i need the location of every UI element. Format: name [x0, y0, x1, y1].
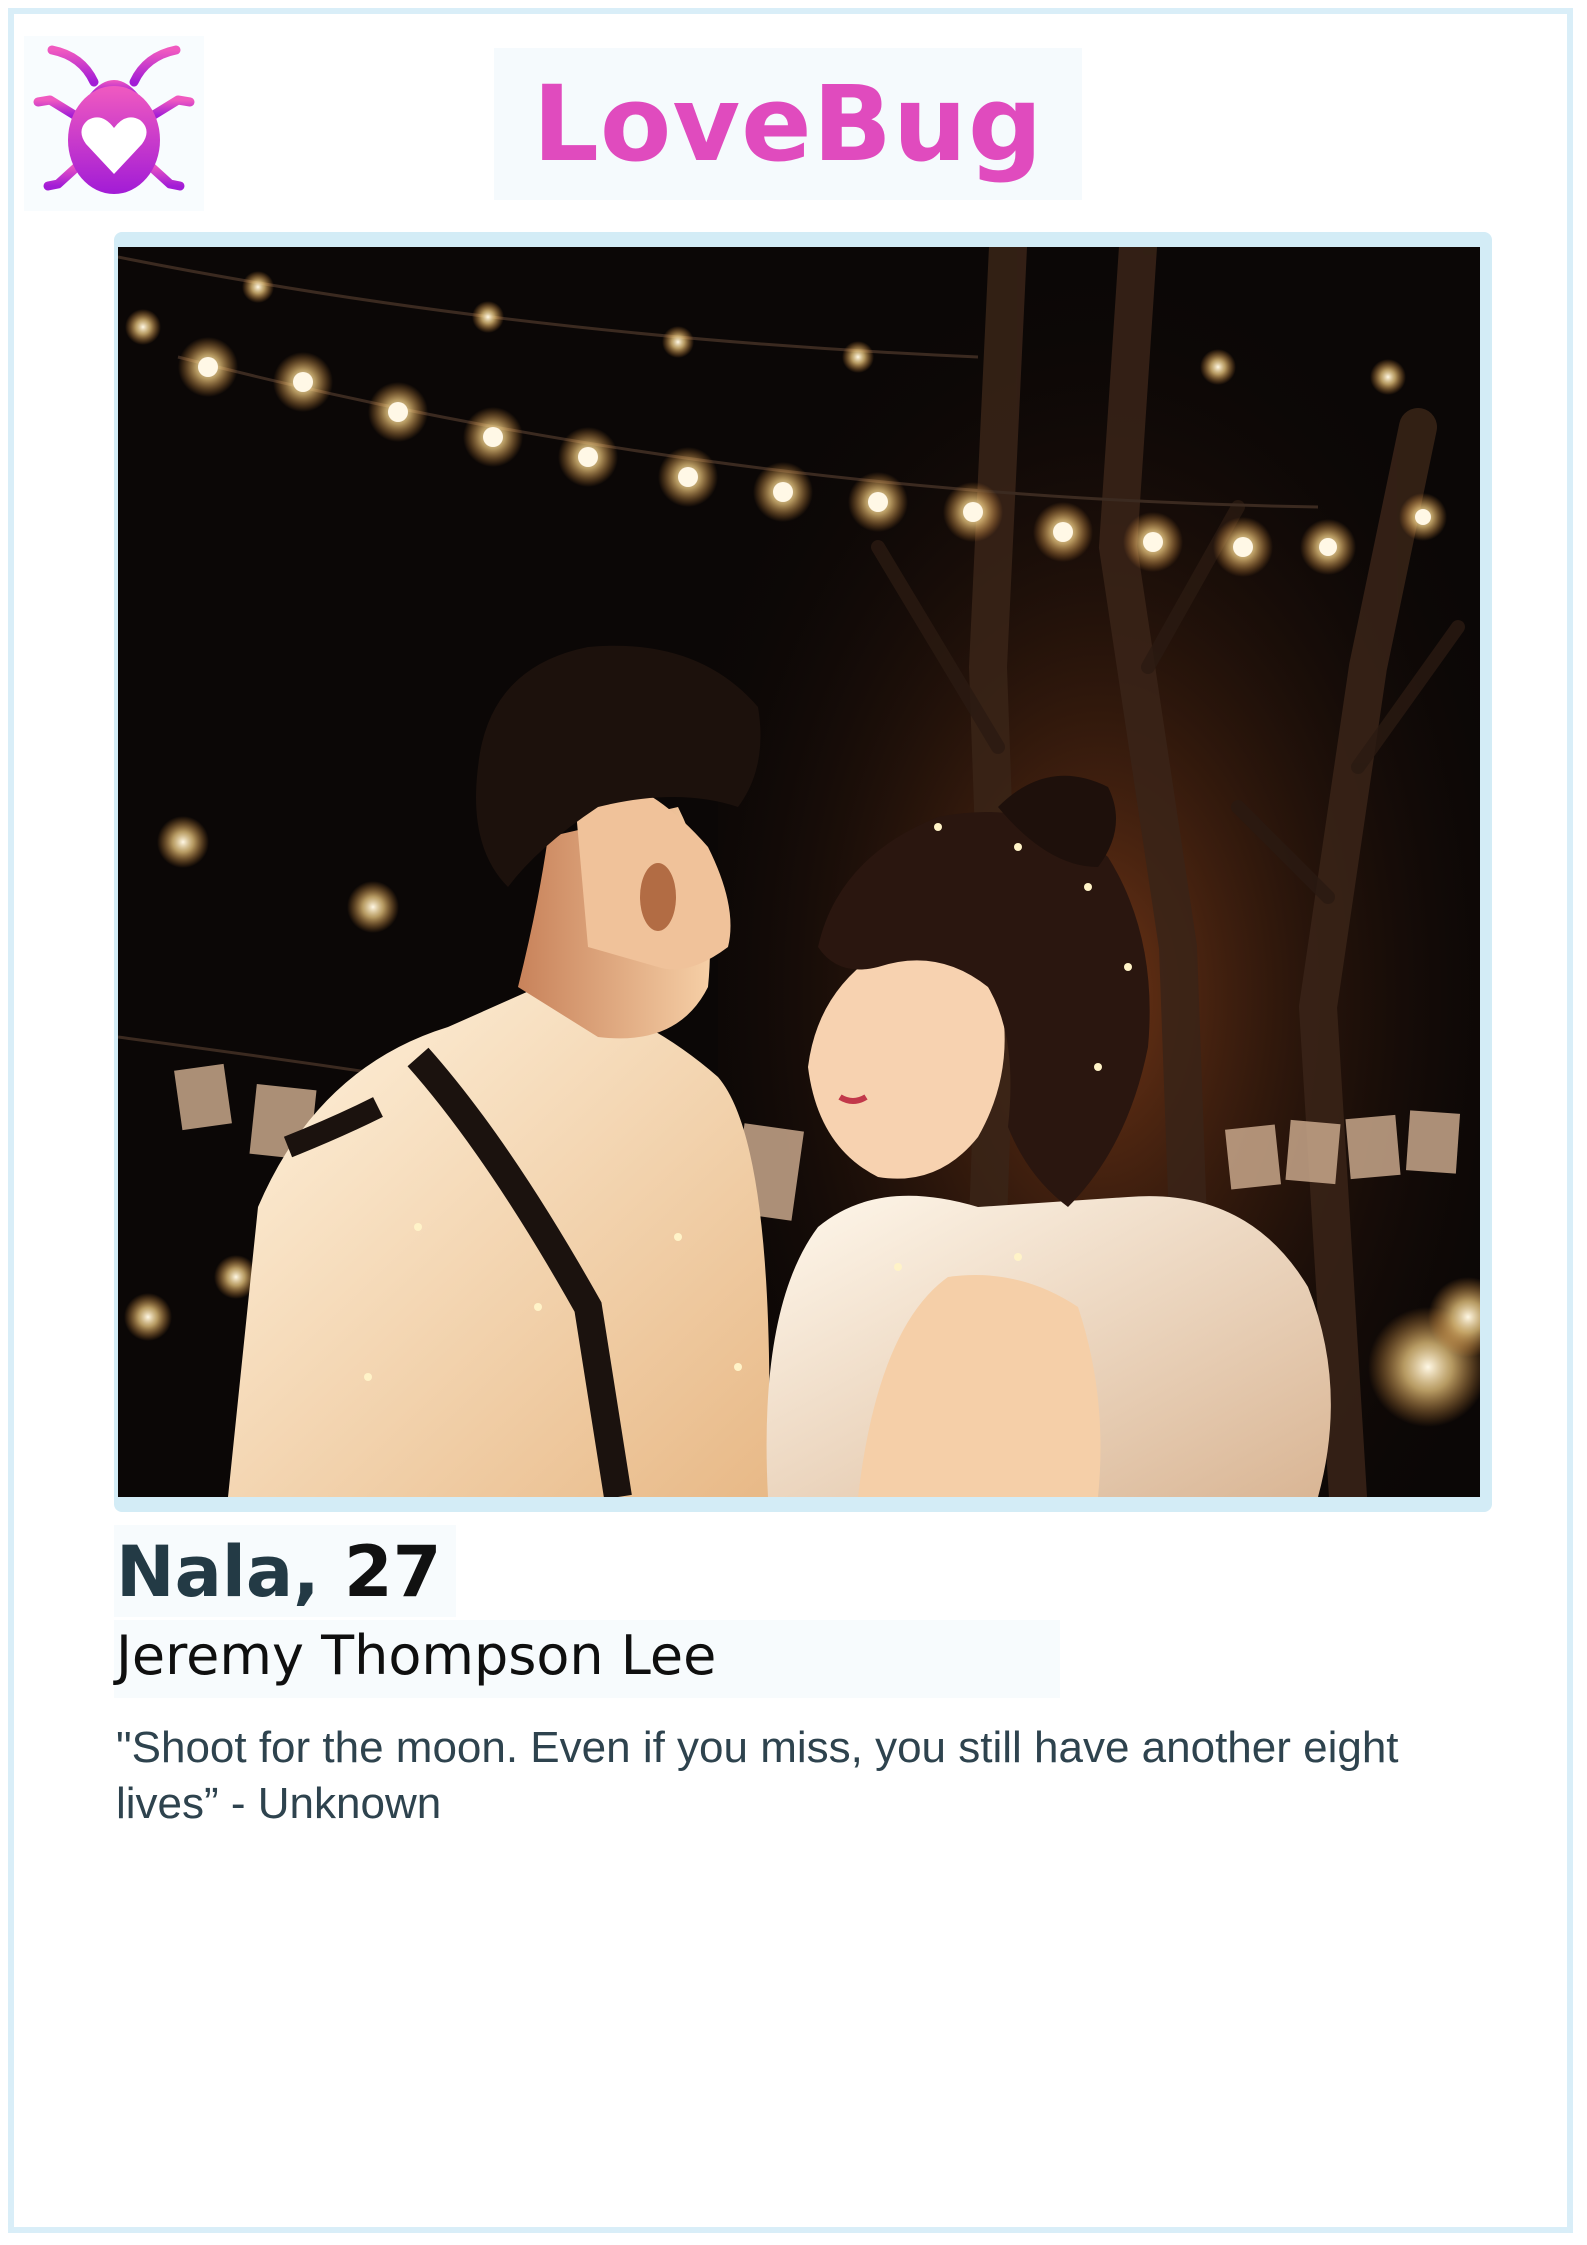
profile-age: 27 — [344, 1531, 442, 1613]
profile-quote: "Shoot for the moon. Even if you miss, y… — [116, 1723, 1399, 1828]
profile-first-name: Nala, — [116, 1531, 320, 1613]
heart-bug-icon[interactable] — [24, 36, 204, 211]
profile-name: Nala, 27 — [116, 1530, 441, 1614]
brand-header: LoveBug — [494, 48, 1082, 200]
brand-title: LoveBug — [532, 63, 1044, 185]
profile-photo[interactable] — [118, 247, 1480, 1497]
profile-subtitle: Jeremy Thompson Lee — [116, 1624, 717, 1687]
